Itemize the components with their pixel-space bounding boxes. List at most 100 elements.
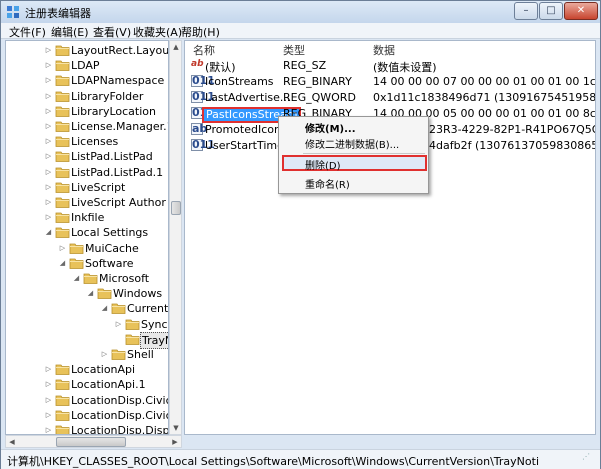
column-header-data[interactable]: 数据 [373, 42, 395, 58]
expand-arrow-icon[interactable]: ▷ [44, 362, 53, 377]
tree-node-label: License.Manager.1 [71, 120, 169, 133]
expand-arrow-icon[interactable]: ▷ [44, 210, 53, 225]
folder-icon [55, 196, 70, 208]
tree-scroll-thumb[interactable] [171, 201, 181, 215]
tree-node-label: LibraryLocation [71, 104, 156, 118]
expand-arrow-icon[interactable]: ▷ [44, 119, 53, 134]
tree-node-label: LiveScript Author [71, 196, 166, 209]
context-delete-highlight[interactable] [282, 155, 427, 171]
registry-tree[interactable]: ▷ LayoutRect.LayoutRect. ▷ LDAP ▷ LDAPNamespa… [5, 40, 169, 435]
value-data: 4dafb2f (130761370598308655) [429, 139, 596, 152]
tree-node-label: LocationDisp.CivicAddr [71, 393, 168, 407]
folder-icon [55, 409, 70, 421]
tree-node-label: LibraryFolder [71, 89, 144, 103]
folder-icon [55, 135, 70, 148]
tree-node-label: LocationApi.1 [71, 378, 146, 392]
collapse-arrow-icon[interactable]: ◢ [44, 225, 53, 240]
expand-arrow-icon[interactable]: ▷ [44, 58, 53, 73]
folder-icon [111, 348, 126, 360]
binary-value-icon: 011 [191, 74, 215, 87]
folder-icon [55, 59, 70, 72]
expand-arrow-icon[interactable]: ▷ [44, 165, 53, 180]
folder-icon [55, 166, 70, 178]
tree-node-label: LayoutRect.LayoutRect. [71, 44, 169, 57]
expand-arrow-icon[interactable]: ▷ [114, 317, 123, 332]
menu-help[interactable]: 帮助(H) [181, 24, 220, 40]
scroll-left-arrow-icon[interactable]: ◀ [7, 437, 17, 447]
folder-icon [55, 90, 70, 102]
menu-favorites[interactable]: 收藏夹(A) [133, 24, 182, 40]
context-separator [303, 153, 425, 154]
tree-node-label: LocationDisp.DispCivica [71, 424, 169, 435]
expand-arrow-icon[interactable]: ▷ [44, 377, 53, 392]
values-list[interactable]: 名称 类型 数据 ab (默认) REG_SZ (数值未设置) 011 Icon… [184, 40, 596, 435]
context-menu: 修改(M)... 修改二进制数据(B)... 删除(D) 重命名(R) [278, 116, 429, 194]
tree-vertical-scrollbar[interactable]: ▲ ▼ [169, 40, 182, 435]
context-delete[interactable]: 删除(D) [305, 157, 341, 172]
context-modify-binary[interactable]: 修改二进制数据(B)... [305, 136, 399, 151]
menu-edit[interactable]: 编辑(E) [51, 24, 89, 40]
expand-arrow-icon[interactable]: ▷ [44, 149, 53, 164]
resize-grip-icon[interactable]: ⋰ [582, 452, 596, 466]
expand-arrow-icon[interactable]: ▷ [44, 89, 53, 104]
expand-arrow-icon[interactable]: ▷ [44, 195, 53, 210]
folder-icon [55, 181, 70, 193]
value-type: REG_QWORD [283, 91, 356, 104]
expand-arrow-icon[interactable]: ▷ [100, 347, 109, 362]
tree-hscroll-thumb[interactable] [56, 437, 126, 447]
folder-icon [69, 257, 84, 269]
collapse-arrow-icon[interactable]: ◢ [72, 271, 81, 286]
folder-icon [55, 74, 70, 87]
folder-icon [55, 394, 70, 406]
expand-arrow-icon[interactable]: ▷ [44, 393, 53, 408]
tree-node-label: Shell [127, 348, 154, 361]
expand-arrow-icon[interactable]: ▷ [44, 408, 53, 423]
menu-file[interactable]: 文件(F) [9, 24, 46, 40]
tree-node-label: Software [85, 256, 134, 270]
menu-view[interactable]: 查看(V) [93, 24, 131, 40]
tree-horizontal-scrollbar[interactable]: ◀ ▶ [5, 435, 182, 448]
status-path: 计算机\HKEY_CLASSES_ROOT\Local Settings\Sof… [7, 455, 540, 468]
expand-arrow-icon[interactable]: ▷ [44, 423, 53, 434]
collapse-arrow-icon[interactable]: ◢ [86, 286, 95, 301]
value-name: UserStartTime [205, 139, 284, 152]
scroll-right-arrow-icon[interactable]: ▶ [170, 437, 180, 447]
value-data: 14 00 00 00 07 00 00 00 01 00 01 00 1c 0… [373, 75, 596, 88]
column-header-name[interactable]: 名称 [193, 42, 215, 58]
context-rename[interactable]: 重命名(R) [305, 176, 350, 191]
value-data: (数值未设置) [373, 61, 437, 74]
expand-arrow-icon[interactable]: ▷ [44, 134, 53, 149]
collapse-arrow-icon[interactable]: ◢ [58, 256, 67, 271]
tree-node-label: CurrentVe [127, 302, 169, 316]
folder-icon [55, 105, 70, 117]
tree-node-label: SyncM [141, 317, 168, 331]
value-data: 0x1d11c1838496d71 (130916754519584113) [373, 91, 596, 104]
folder-icon [55, 150, 70, 163]
value-data: 23R3-4229-82P1-R41PO67Q5O9P)... [429, 123, 595, 136]
column-header-type[interactable]: 类型 [283, 42, 305, 58]
tree-node-label: LDAP [71, 59, 100, 73]
menu-bar: 文件(F) 编辑(E) 查看(V) 收藏夹(A) 帮助(H) [1, 23, 600, 39]
maximize-button[interactable]: □ [539, 2, 563, 20]
binary-value-icon: 011 [191, 90, 215, 103]
expand-arrow-icon[interactable]: ▷ [44, 180, 53, 195]
context-modify[interactable]: 修改(M)... [305, 120, 356, 135]
scroll-down-arrow-icon[interactable]: ▼ [171, 423, 181, 433]
collapse-arrow-icon[interactable]: ◢ [100, 301, 109, 316]
window-title: 注册表编辑器 [25, 7, 91, 20]
expand-arrow-icon[interactable]: ▷ [44, 73, 53, 88]
expand-arrow-icon[interactable]: ▷ [44, 104, 53, 119]
value-row[interactable]: ab (默认) REG_SZ (数值未设置) [185, 58, 595, 74]
close-button[interactable]: ✕ [564, 2, 598, 20]
minimize-button[interactable]: – [514, 2, 538, 20]
tree-node-label: ListPad.ListPad [71, 150, 153, 164]
expand-arrow-icon[interactable]: ▷ [44, 43, 53, 58]
expand-arrow-icon[interactable]: ▷ [58, 241, 67, 256]
folder-icon [125, 318, 140, 330]
value-row[interactable]: 011 IconStreams REG_BINARY 14 00 00 00 0… [185, 74, 596, 90]
value-row[interactable]: 011 LastAdvertise... REG_QWORD 0x1d11c18… [185, 90, 596, 106]
scroll-up-arrow-icon[interactable]: ▲ [171, 42, 181, 52]
title-bar[interactable]: 注册表编辑器 – □ ✕ [1, 1, 600, 23]
tree-node-label: Local Settings [71, 226, 149, 240]
folder-icon [69, 242, 84, 254]
